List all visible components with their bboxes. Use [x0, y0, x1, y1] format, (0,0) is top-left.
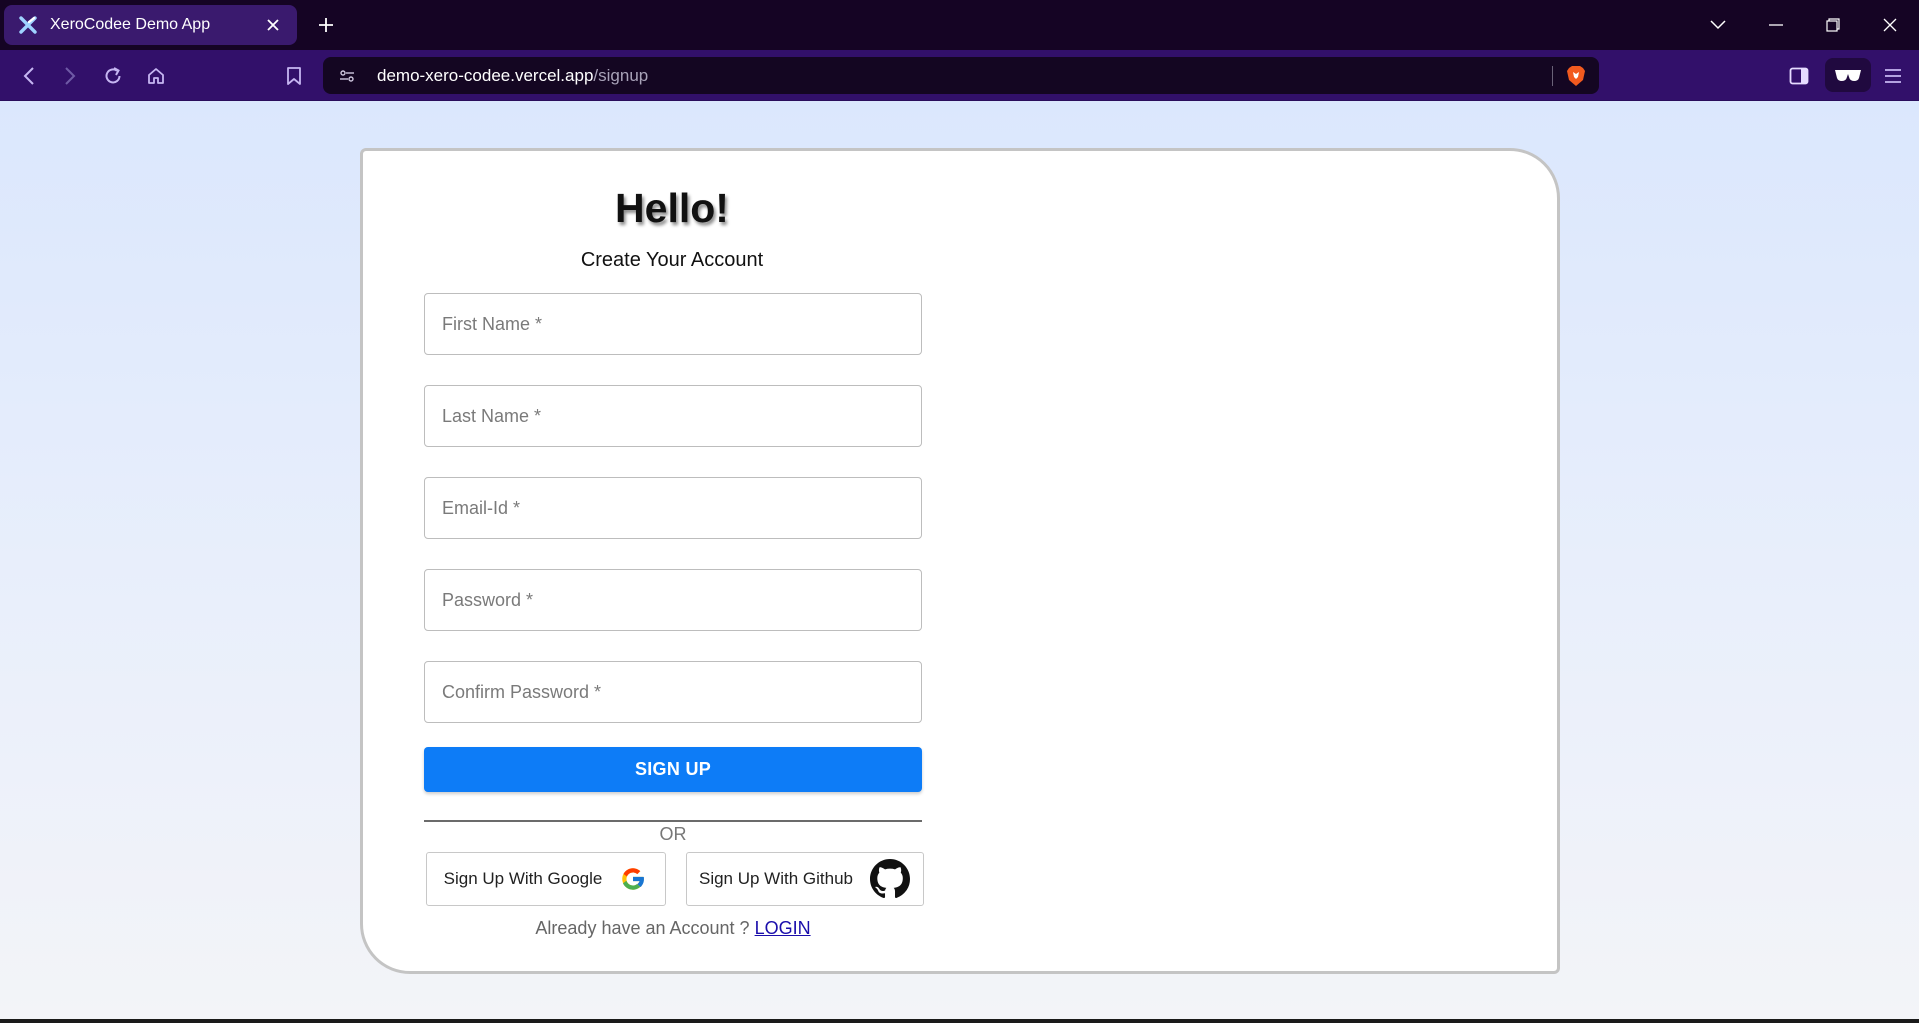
page-title: Hello!	[615, 185, 729, 231]
page-viewport: Hello! Create Your Account SIGN UP OR Si…	[0, 101, 1919, 1019]
brave-wallet-icon[interactable]	[1825, 58, 1871, 92]
or-label: OR	[659, 824, 687, 844]
forward-arrow-icon[interactable]	[57, 63, 83, 89]
browser-tab-active[interactable]: XeroCodee Demo App	[4, 5, 297, 45]
brave-shields-icon[interactable]	[1565, 64, 1587, 88]
bookmark-icon[interactable]	[281, 63, 307, 89]
signup-card: Hello! Create Your Account SIGN UP OR Si…	[360, 148, 1560, 974]
login-prompt-text: Already have an Account ?	[535, 918, 750, 938]
sign-up-github-button[interactable]: Sign Up With Github	[686, 852, 924, 906]
or-divider-line	[424, 820, 922, 822]
sidebar-toggle-icon[interactable]	[1786, 63, 1812, 89]
back-arrow-icon[interactable]	[16, 63, 42, 89]
github-button-label: Sign Up With Github	[698, 869, 853, 888]
browser-toolbar: demo-xero-codee.vercel.app/signup	[0, 50, 1919, 101]
close-tab-icon[interactable]	[263, 15, 283, 35]
restore-window-icon[interactable]	[1821, 13, 1845, 37]
url-host: demo-xero-codee.vercel.app	[377, 65, 594, 85]
login-link[interactable]: LOGIN	[755, 918, 811, 938]
site-settings-icon[interactable]	[337, 66, 357, 86]
address-bar[interactable]: demo-xero-codee.vercel.app/signup	[323, 57, 1599, 94]
taskbar-edge	[0, 1019, 1919, 1023]
url-path: /signup	[593, 65, 649, 85]
first-name-input[interactable]	[442, 294, 921, 354]
google-button-label: Sign Up With Google	[443, 869, 603, 888]
page-subtitle: Create Your Account	[580, 249, 764, 271]
sign-up-button[interactable]: SIGN UP	[424, 747, 922, 792]
tab-strip: XeroCodee Demo App	[0, 0, 1919, 50]
password-field[interactable]	[424, 569, 922, 631]
url-separator	[1552, 66, 1553, 86]
menu-hamburger-icon[interactable]	[1880, 63, 1906, 89]
email-field[interactable]	[424, 477, 922, 539]
sign-up-google-button[interactable]: Sign Up With Google	[426, 852, 666, 906]
login-prompt: Already have an Account ? LOGIN	[424, 918, 922, 939]
tab-search-chevron-down-icon[interactable]	[1706, 13, 1730, 37]
tab-title: XeroCodee Demo App	[50, 16, 211, 33]
reload-icon[interactable]	[100, 63, 126, 89]
home-icon[interactable]	[143, 63, 169, 89]
confirm-password-input[interactable]	[442, 662, 921, 722]
google-logo-icon	[618, 864, 648, 894]
minimize-icon[interactable]	[1764, 13, 1788, 37]
new-tab-plus-icon[interactable]	[314, 13, 338, 37]
email-input[interactable]	[442, 478, 921, 538]
xerocodee-favicon-icon	[18, 15, 38, 35]
password-input[interactable]	[442, 570, 921, 630]
last-name-input[interactable]	[442, 386, 921, 446]
github-logo-icon	[869, 858, 911, 900]
address-url[interactable]: demo-xero-codee.vercel.app/signup	[377, 66, 648, 86]
confirm-password-field[interactable]	[424, 661, 922, 723]
last-name-field[interactable]	[424, 385, 922, 447]
first-name-field[interactable]	[424, 293, 922, 355]
close-window-icon[interactable]	[1878, 13, 1902, 37]
